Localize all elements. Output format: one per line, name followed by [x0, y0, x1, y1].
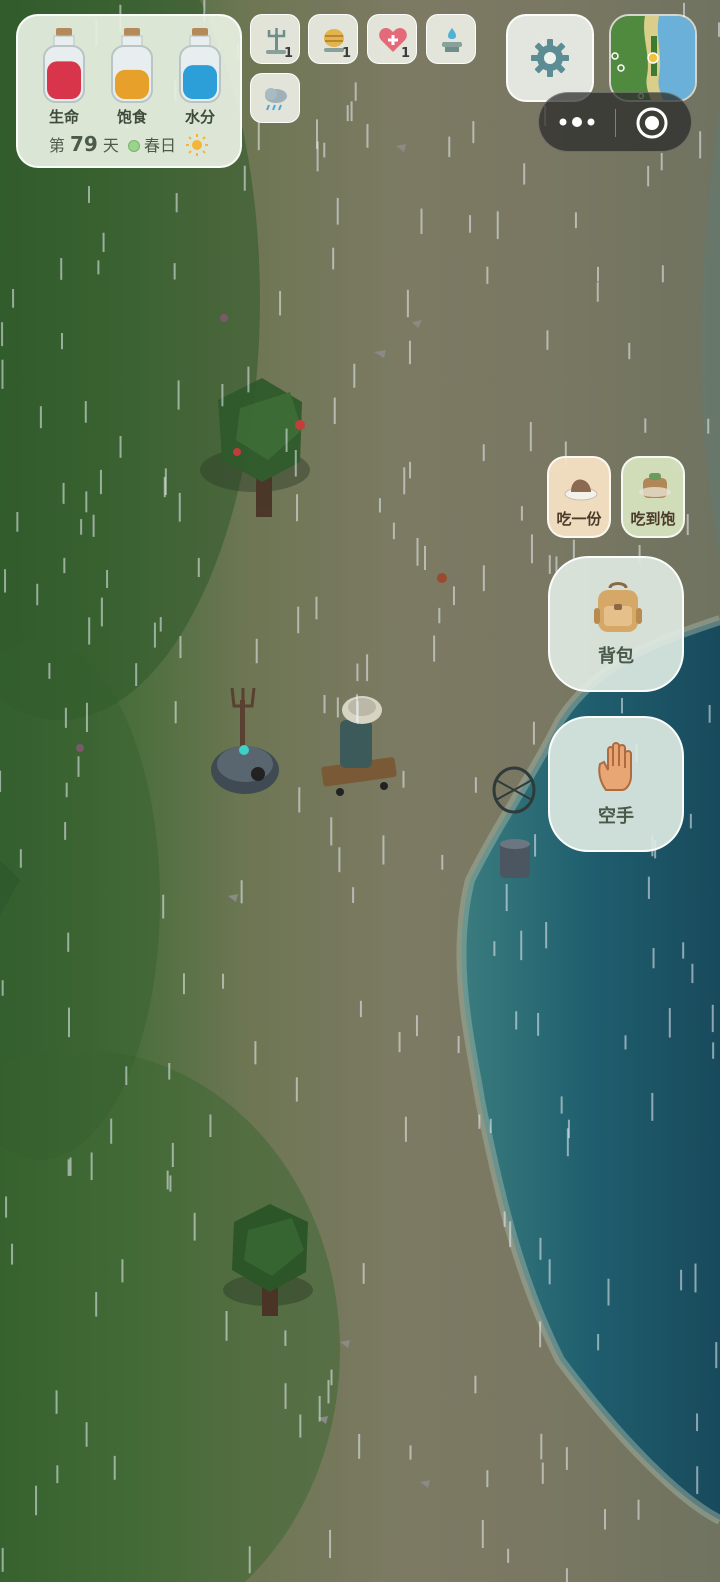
hunger-bottle — [108, 28, 156, 118]
eat-one-button[interactable]: 吃一份 — [547, 456, 611, 538]
rain-cloud-icon — [265, 88, 287, 111]
day-info: 第 79 天 春日 — [18, 132, 240, 161]
day-suffix: 天 — [102, 136, 119, 155]
close-miniprogram-icon[interactable] — [635, 106, 669, 140]
player-marker-icon — [647, 52, 659, 64]
food-bag-icon — [639, 473, 671, 498]
more-menu-icon[interactable] — [555, 111, 599, 133]
hunger-label: 饱食 — [116, 108, 147, 126]
gear-icon — [531, 39, 569, 77]
food-plate-icon — [564, 479, 598, 501]
backpack-label: 背包 — [598, 646, 634, 667]
water-bottle — [176, 28, 224, 118]
effect-beehive[interactable]: 1 — [308, 14, 358, 64]
effect-count: 1 — [400, 46, 410, 61]
season-dot-icon — [128, 139, 141, 152]
settings-button[interactable] — [506, 14, 594, 102]
health-bottle — [40, 28, 88, 118]
water-label: 水分 — [184, 108, 215, 126]
eat-full-label: 吃到饱 — [630, 510, 676, 528]
backpack-icon — [594, 582, 642, 632]
day-prefix: 第 — [48, 136, 65, 155]
empty-hand-button[interactable]: 空手 — [548, 716, 684, 852]
fountain-icon — [442, 28, 462, 52]
season-label: 春日 — [144, 136, 177, 155]
effect-fountain[interactable] — [426, 14, 476, 64]
effect-count: 1 — [341, 46, 351, 61]
effect-rain[interactable] — [250, 73, 300, 123]
day-number: 79 — [69, 132, 98, 156]
hand-icon — [598, 742, 632, 791]
sun-icon — [185, 133, 209, 161]
empty-hand-label: 空手 — [598, 806, 634, 827]
miniprogram-capsule — [538, 92, 692, 152]
capsule-divider — [615, 109, 616, 137]
effect-trident[interactable]: 1 — [250, 14, 300, 64]
backpack-button[interactable]: 背包 — [548, 556, 684, 692]
eat-one-label: 吃一份 — [556, 510, 602, 528]
status-panel: 生命 饱食 水分 第 79 天 春日 — [16, 14, 242, 168]
minimap[interactable] — [609, 14, 697, 102]
effect-count: 1 — [283, 46, 293, 61]
effect-heart[interactable]: 1 — [367, 14, 417, 64]
eat-full-button[interactable]: 吃到饱 — [621, 456, 685, 538]
health-label: 生命 — [48, 108, 79, 126]
